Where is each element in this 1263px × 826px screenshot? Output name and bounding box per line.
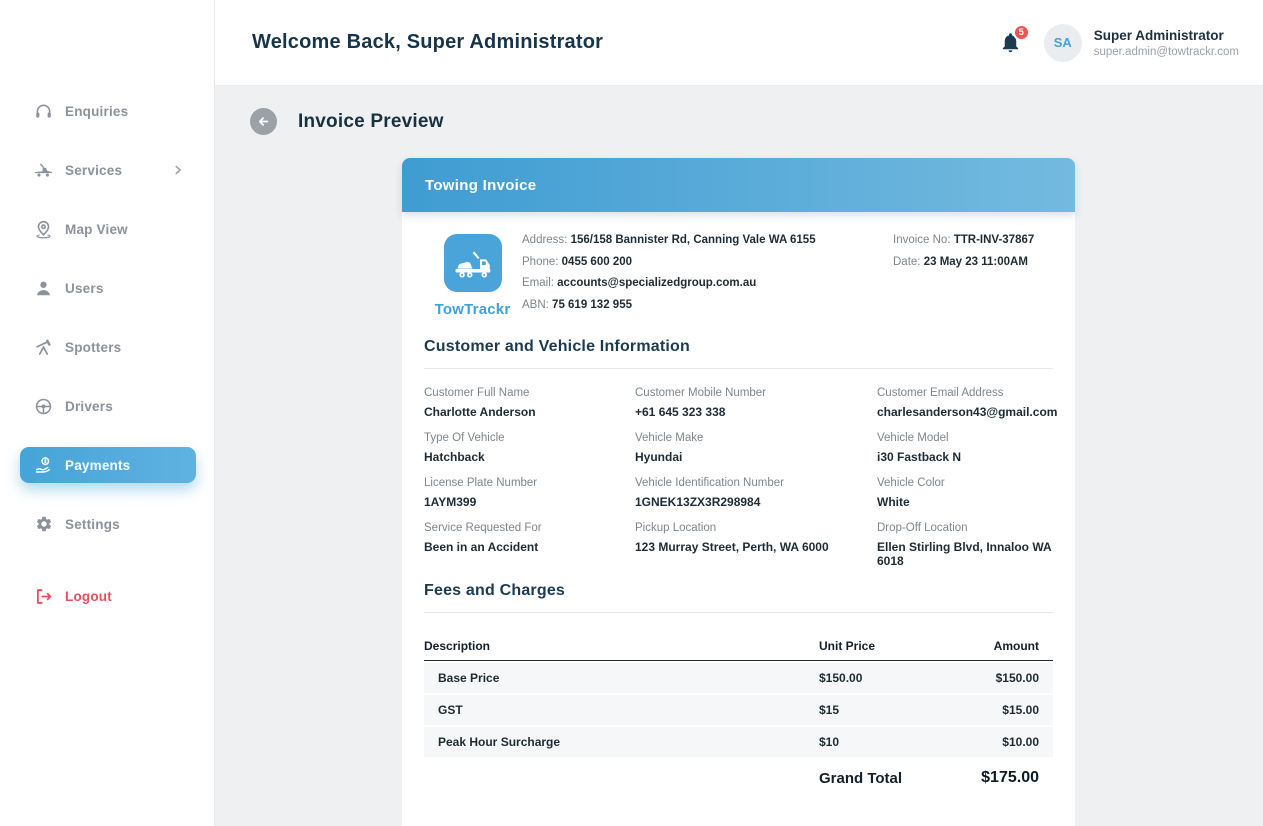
field-customer-email: Customer Email Addresscharlesanderson43@… xyxy=(877,387,1057,419)
notification-badge: 5 xyxy=(1013,24,1030,41)
table-row: GST $15 $15.00 xyxy=(424,695,1053,725)
column-description: Description xyxy=(424,639,819,653)
field-customer-mobile: Customer Mobile Number+61 645 323 338 xyxy=(635,387,877,419)
column-amount: Amount xyxy=(949,639,1039,653)
sidebar-item-label: Spotters xyxy=(65,340,184,355)
field-vehicle-model: Vehicle Modeli30 Fastback N xyxy=(877,432,1057,464)
user-name: Super Administrator xyxy=(1094,26,1239,45)
sidebar-item-spotters[interactable]: Spotters xyxy=(20,329,196,365)
address-value: 156/158 Bannister Rd, Canning Vale WA 61… xyxy=(571,234,816,246)
brand-block: TowTrackr xyxy=(424,230,521,318)
field-customer-full-name: Customer Full NameCharlotte Anderson xyxy=(424,387,635,419)
email-value: accounts@specializedgroup.com.au xyxy=(557,277,756,289)
tow-truck-icon xyxy=(34,161,53,180)
company-row: TowTrackr Address: 156/158 Bannister Rd,… xyxy=(424,230,1053,318)
grand-total-label: Grand Total xyxy=(819,770,949,787)
page-title: Invoice Preview xyxy=(298,111,444,133)
sidebar: Enquiries Services Map View xyxy=(0,0,215,826)
sidebar-item-drivers[interactable]: Drivers xyxy=(20,388,196,424)
sidebar-item-label: Users xyxy=(65,281,184,296)
column-unit-price: Unit Price xyxy=(819,639,949,653)
invoice-card-title: Towing Invoice xyxy=(425,177,536,194)
customer-section-title: Customer and Vehicle Information xyxy=(424,338,1053,356)
sidebar-item-label: Enquiries xyxy=(65,104,184,119)
address-label: Address: xyxy=(522,234,567,246)
field-vehicle-type: Type Of VehicleHatchback xyxy=(424,432,635,464)
sidebar-item-users[interactable]: Users xyxy=(20,270,196,306)
phone-value: 0455 600 200 xyxy=(562,256,632,268)
content-area: Invoice Preview Towing Invoice xyxy=(215,86,1263,826)
abn-label: ABN: xyxy=(522,299,549,311)
brand-name: TowTrackr xyxy=(435,301,511,318)
sidebar-item-logout[interactable]: Logout xyxy=(20,578,196,614)
sidebar-item-label: Map View xyxy=(65,222,184,237)
divider xyxy=(424,612,1053,613)
field-vehicle-color: Vehicle ColorWhite xyxy=(877,477,1057,509)
avatar[interactable]: SA xyxy=(1044,24,1082,62)
invoice-card: Towing Invoice xyxy=(402,158,1075,826)
sidebar-item-settings[interactable]: Settings xyxy=(20,506,196,542)
sidebar-item-label: Settings xyxy=(65,517,184,532)
field-dropoff-location: Drop-Off LocationEllen Stirling Blvd, In… xyxy=(877,522,1057,568)
fees-section-title: Fees and Charges xyxy=(424,582,1053,600)
page-greeting: Welcome Back, Super Administrator xyxy=(252,31,603,54)
field-vehicle-make: Vehicle MakeHyundai xyxy=(635,432,877,464)
divider xyxy=(424,368,1053,369)
map-pin-icon xyxy=(34,220,53,239)
abn-value: 75 619 132 955 xyxy=(552,299,632,311)
invoice-no-value: TTR-INV-37867 xyxy=(954,234,1035,246)
telescope-icon xyxy=(34,338,53,357)
gear-icon xyxy=(34,515,53,534)
phone-label: Phone: xyxy=(522,256,558,268)
sidebar-item-services[interactable]: Services xyxy=(20,152,196,188)
field-service-requested: Service Requested ForBeen in an Accident xyxy=(424,522,635,568)
hand-dollar-icon xyxy=(34,456,53,475)
grand-total-value: $175.00 xyxy=(949,769,1039,787)
sidebar-item-map-view[interactable]: Map View xyxy=(20,211,196,247)
fees-table: Description Unit Price Amount Base Price… xyxy=(424,631,1053,787)
table-row: Base Price $150.00 $150.00 xyxy=(424,663,1053,693)
sidebar-item-payments[interactable]: Payments xyxy=(20,447,196,483)
field-vin: Vehicle Identification Number1GNEK13ZX3R… xyxy=(635,477,877,509)
user-email: super.admin@towtrackr.com xyxy=(1094,45,1239,60)
field-license-plate: License Plate Number1AYM399 xyxy=(424,477,635,509)
sidebar-item-label: Services xyxy=(65,163,172,178)
back-button[interactable] xyxy=(250,108,277,135)
invoice-card-header: Towing Invoice xyxy=(402,158,1075,212)
steering-wheel-icon xyxy=(34,397,53,416)
sidebar-item-label: Payments xyxy=(65,458,184,473)
invoice-meta: Invoice No: TTR-INV-37867 Date: 23 May 2… xyxy=(893,230,1053,318)
main-area: Welcome Back, Super Administrator 5 SA S… xyxy=(215,0,1263,826)
top-header: Welcome Back, Super Administrator 5 SA S… xyxy=(215,0,1263,86)
user-icon xyxy=(34,279,53,298)
arrow-left-icon xyxy=(256,114,271,129)
towtrackr-logo xyxy=(444,234,502,292)
notifications-button[interactable]: 5 xyxy=(999,31,1022,54)
logout-icon xyxy=(34,587,53,606)
invoice-date-label: Date: xyxy=(893,256,921,268)
headset-icon xyxy=(34,102,53,121)
sidebar-item-label: Logout xyxy=(65,589,184,604)
email-label: Email: xyxy=(522,277,554,289)
sidebar-item-label: Drivers xyxy=(65,399,184,414)
invoice-date-value: 23 May 23 11:00AM xyxy=(924,256,1028,268)
fees-table-header: Description Unit Price Amount xyxy=(424,631,1053,661)
chevron-right-icon xyxy=(172,164,184,176)
sidebar-item-enquiries[interactable]: Enquiries xyxy=(20,93,196,129)
user-info[interactable]: Super Administrator super.admin@towtrack… xyxy=(1094,26,1239,60)
table-row: Peak Hour Surcharge $10 $10.00 xyxy=(424,727,1053,757)
tow-truck-logo-icon xyxy=(453,246,493,280)
field-pickup-location: Pickup Location123 Murray Street, Perth,… xyxy=(635,522,877,568)
grand-total-row: Grand Total $175.00 xyxy=(424,757,1053,787)
invoice-no-label: Invoice No: xyxy=(893,234,951,246)
customer-vehicle-grid: Customer Full NameCharlotte Anderson Cus… xyxy=(424,387,1053,568)
company-details: Address: 156/158 Bannister Rd, Canning V… xyxy=(522,230,816,318)
